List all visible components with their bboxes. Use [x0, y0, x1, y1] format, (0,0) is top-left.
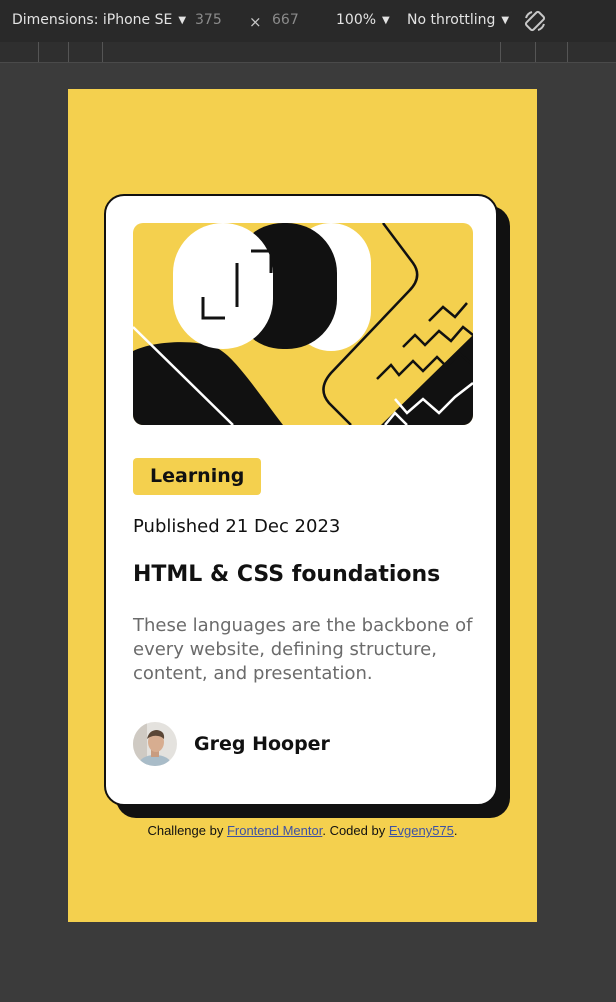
card-description: These languages are the backbone of ever…: [133, 615, 473, 684]
attribution-middle: . Coded by: [322, 823, 389, 838]
throttling-label: No throttling: [407, 12, 496, 28]
ruler-tick: [68, 42, 69, 62]
published-date: Published 21 Dec 2023: [133, 516, 341, 537]
height-input[interactable]: 667: [272, 12, 299, 28]
ruler-tick: [535, 42, 536, 62]
rotate-icon[interactable]: [523, 9, 547, 33]
attribution-prefix: Challenge by: [147, 823, 227, 838]
caret-down-icon: ▼: [382, 15, 390, 26]
width-input[interactable]: 375: [195, 12, 222, 28]
caret-down-icon: ▼: [178, 15, 187, 26]
media-query-ruler: [0, 42, 616, 63]
card-title[interactable]: HTML & CSS foundations: [133, 562, 440, 587]
ruler-tick: [500, 42, 501, 62]
ruler-tick: [102, 42, 103, 62]
category-tag: Learning: [133, 458, 262, 495]
attribution-suffix: .: [453, 823, 458, 838]
throttling-dropdown[interactable]: No throttling ▼: [407, 12, 509, 28]
caret-down-icon: ▼: [501, 15, 510, 26]
zoom-label: 100%: [336, 12, 377, 28]
card-illustration: [133, 223, 473, 425]
times-icon: ×: [249, 13, 262, 31]
dimensions-label: Dimensions: iPhone SE: [12, 12, 173, 28]
author-link[interactable]: Evgeny575: [389, 823, 454, 838]
attribution: Challenge by Frontend Mentor. Coded by E…: [68, 823, 537, 838]
devtools-device-toolbar: Dimensions: iPhone SE ▼ 375 × 667 100% ▼ N…: [0, 0, 616, 42]
avatar: [133, 722, 177, 766]
ruler-tick: [38, 42, 39, 62]
blog-preview-card: Learning Published 21 Dec 2023 HTML & CS…: [104, 194, 498, 806]
zoom-dropdown[interactable]: 100% ▼: [336, 12, 390, 28]
author-name: Greg Hooper: [194, 733, 330, 755]
device-viewport: Learning Published 21 Dec 2023 HTML & CS…: [68, 89, 537, 922]
author-block: Greg Hooper: [133, 721, 330, 767]
frontend-mentor-link[interactable]: Frontend Mentor: [227, 823, 322, 838]
dimensions-dropdown[interactable]: Dimensions: iPhone SE ▼: [12, 12, 186, 28]
ruler-tick: [567, 42, 568, 62]
